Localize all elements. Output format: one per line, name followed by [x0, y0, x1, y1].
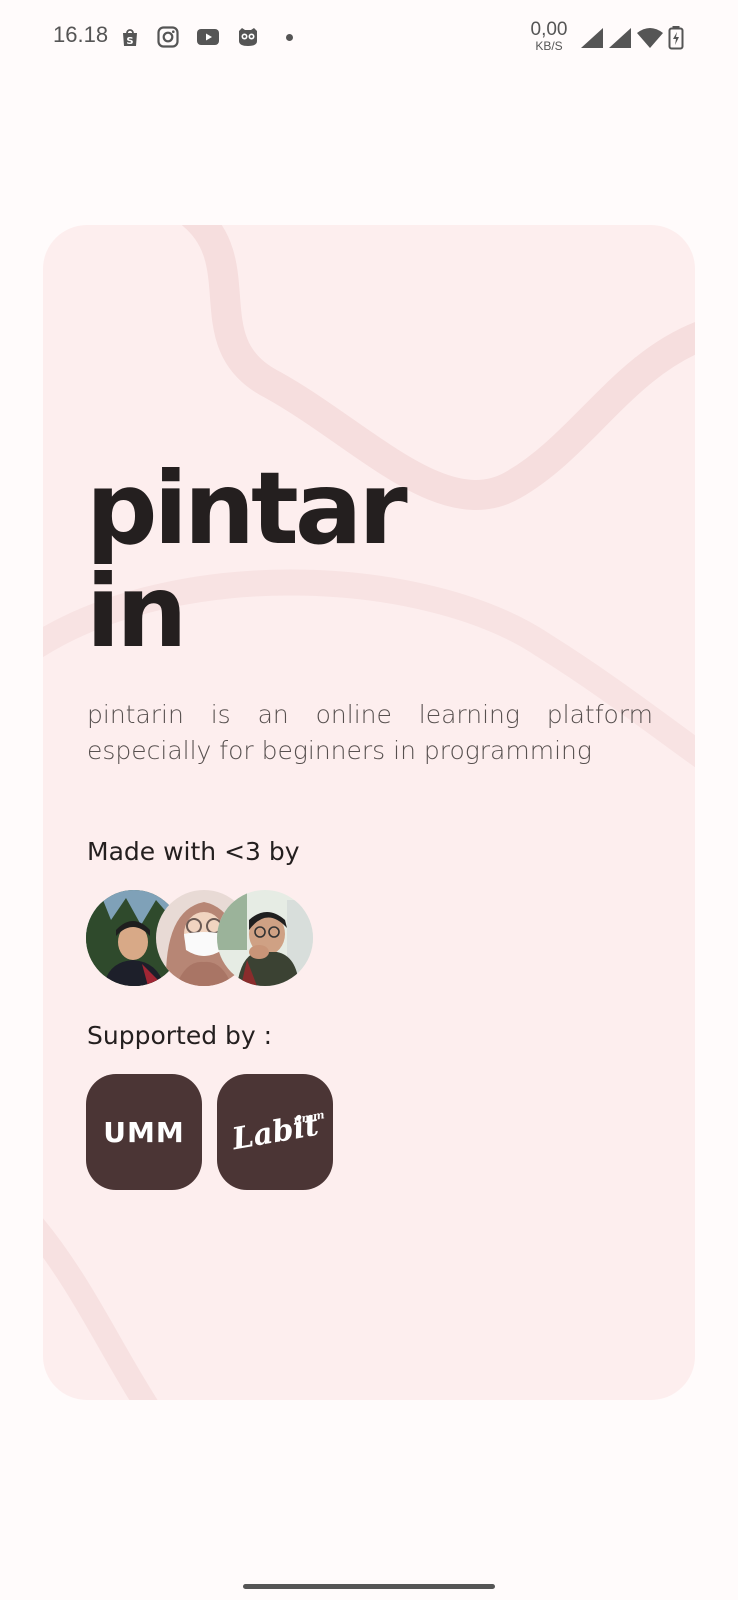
- sponsor-labit-label: Labit umm: [229, 1107, 325, 1157]
- svg-text:S: S: [126, 36, 133, 47]
- sponsor-labit-logo[interactable]: Labit umm: [217, 1074, 333, 1190]
- welcome-card: pintar in pintarin is an online learning…: [43, 225, 695, 1400]
- network-speed: 0,00 KB/S: [525, 20, 573, 52]
- sponsor-umm-logo[interactable]: UMM: [86, 1074, 202, 1190]
- owl-icon: [239, 28, 257, 46]
- net-speed-value: 0,00: [530, 19, 568, 40]
- card-background-decoration: [43, 225, 695, 1400]
- signal-icon: [609, 28, 631, 48]
- wifi-icon: [637, 28, 663, 48]
- youtube-icon: [197, 29, 219, 45]
- brand-line-1: pintar: [86, 450, 408, 567]
- brand-line-2: in: [86, 553, 187, 670]
- net-speed-unit: KB/S: [535, 39, 563, 53]
- avatar[interactable]: [217, 890, 313, 986]
- made-by-label: Made with <3 by: [87, 837, 300, 866]
- app-description: pintarin is an online learning platform …: [87, 700, 653, 765]
- app-logo-wordmark: pintar in: [86, 450, 408, 670]
- signal-icon: [581, 28, 603, 48]
- sponsor-logos: UMM Labit umm: [86, 1074, 333, 1190]
- home-indicator[interactable]: [243, 1584, 495, 1589]
- notification-icons: S: [118, 25, 293, 49]
- instagram-icon: [157, 26, 179, 48]
- status-bar: 16.18 S 0,00 KB/S: [0, 0, 738, 72]
- more-notifications-dot: [286, 33, 293, 41]
- shopee-icon: S: [123, 29, 137, 47]
- system-icons: [580, 26, 684, 50]
- sponsor-umm-label: UMM: [103, 1115, 185, 1149]
- battery-charging-icon: [668, 26, 684, 50]
- supported-by-label: Supported by :: [87, 1021, 273, 1050]
- status-time: 16.18: [53, 22, 109, 47]
